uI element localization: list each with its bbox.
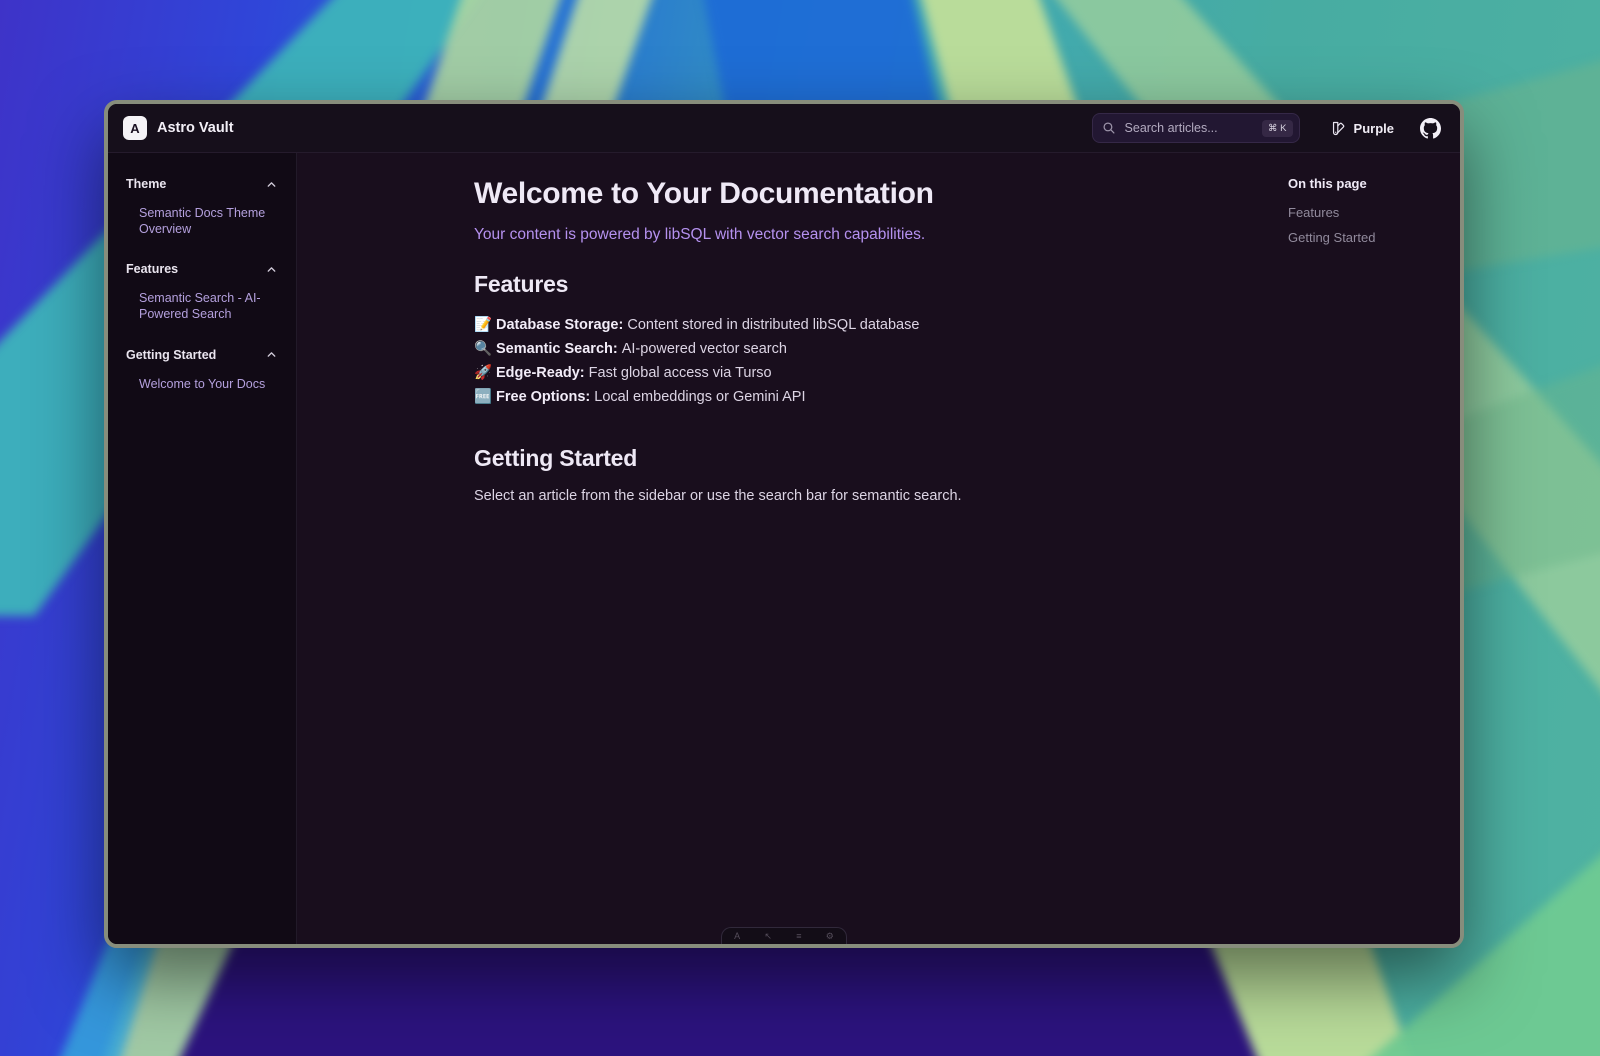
sidebar-section-features[interactable]: Features (126, 262, 278, 276)
toc-link-getting-started[interactable]: Getting Started (1288, 230, 1460, 245)
main-content: Welcome to Your Documentation Your conte… (297, 153, 1288, 944)
sidebar-section-theme[interactable]: Theme (126, 177, 278, 191)
toc-link-features[interactable]: Features (1288, 205, 1460, 220)
feature-label: Database Storage: (496, 317, 623, 333)
on-this-page-title: On this page (1288, 176, 1460, 191)
feature-text: Content stored in distributed libSQL dat… (627, 317, 919, 333)
memo-emoji-icon: 📝 (474, 313, 496, 337)
sidebar-section-label: Getting Started (126, 348, 216, 362)
feature-text: Fast global access via Turso (589, 365, 772, 381)
feature-label: Edge-Ready: (496, 365, 585, 381)
sidebar-section-getting-started[interactable]: Getting Started (126, 348, 278, 362)
search-input[interactable] (1123, 120, 1237, 136)
sidebar-section-label: Features (126, 262, 178, 276)
features-heading: Features (474, 271, 1254, 298)
chevron-up-icon (265, 348, 278, 361)
chevron-up-icon (265, 263, 278, 276)
sidebar-item-semantic-search[interactable]: Semantic Search - AI-Powered Search (126, 291, 278, 322)
theme-picker-button[interactable]: Purple (1324, 119, 1400, 138)
sidebar-section-label: Theme (126, 177, 166, 191)
sidebar-item-welcome-to-your-docs[interactable]: Welcome to Your Docs (126, 377, 278, 393)
page-subtitle: Your content is powered by libSQL with v… (474, 226, 1254, 244)
sidebar-item-semantic-docs-theme-overview[interactable]: Semantic Docs Theme Overview (126, 206, 278, 237)
feature-item: 🆓Free Options: Local embeddings or Gemin… (474, 385, 1254, 409)
theme-picker-label: Purple (1354, 121, 1394, 136)
inspect-icon[interactable]: ↖ (764, 931, 772, 941)
feature-text: AI-powered vector search (622, 341, 787, 357)
github-link[interactable] (1420, 118, 1441, 139)
swatch-icon (1330, 120, 1347, 137)
search-shortcut-badge: ⌘ K (1262, 120, 1292, 137)
menu-icon[interactable]: ≡ (796, 931, 801, 941)
app-window: A Astro Vault ⌘ K Purple (104, 100, 1464, 948)
feature-item: 🚀Edge-Ready: Fast global access via Turs… (474, 361, 1254, 385)
search-icon (1102, 121, 1116, 135)
app-title: Astro Vault (157, 120, 234, 136)
settings-gear-icon[interactable]: ⚙ (826, 931, 834, 941)
chevron-up-icon (265, 178, 278, 191)
app-header: A Astro Vault ⌘ K Purple (108, 104, 1460, 153)
getting-started-heading: Getting Started (474, 445, 1254, 472)
feature-label: Free Options: (496, 389, 590, 405)
on-this-page-panel: On this page Features Getting Started (1288, 153, 1460, 944)
github-icon (1420, 118, 1441, 139)
feature-text: Local embeddings or Gemini API (594, 389, 805, 405)
astro-dev-toolbar[interactable]: A ↖ ≡ ⚙ (721, 927, 847, 944)
sidebar-nav: Theme Semantic Docs Theme Overview Featu… (108, 153, 297, 944)
feature-label: Semantic Search: (496, 341, 618, 357)
getting-started-text: Select an article from the sidebar or us… (474, 488, 1254, 504)
feature-item: 📝Database Storage: Content stored in dis… (474, 313, 1254, 337)
feature-item: 🔍Semantic Search: AI-powered vector sear… (474, 337, 1254, 361)
app-logo[interactable]: A (123, 116, 147, 140)
page-title: Welcome to Your Documentation (474, 177, 1254, 211)
search-bar[interactable]: ⌘ K (1092, 113, 1300, 143)
magnifier-emoji-icon: 🔍 (474, 337, 496, 361)
free-emoji-icon: 🆓 (474, 385, 496, 409)
features-list: 📝Database Storage: Content stored in dis… (474, 313, 1254, 409)
astro-logo-icon[interactable]: A (734, 931, 740, 941)
rocket-emoji-icon: 🚀 (474, 361, 496, 385)
